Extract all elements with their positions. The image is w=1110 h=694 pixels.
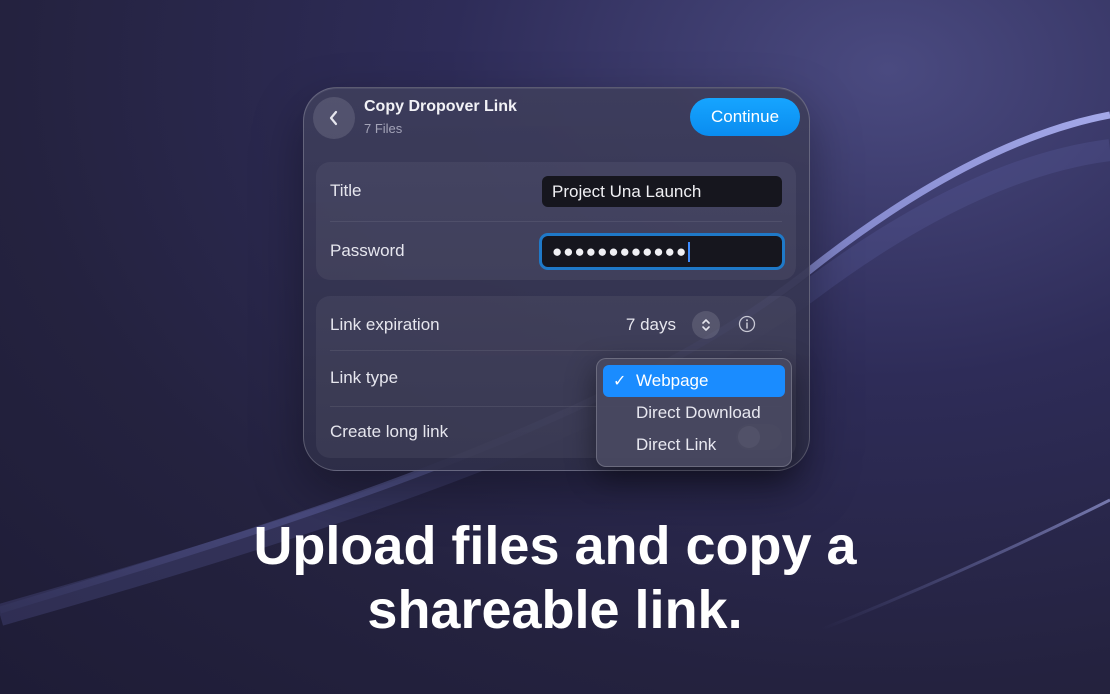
password-label: Password <box>330 241 405 260</box>
password-value: ●●●●●●●●●●●● <box>552 241 688 261</box>
headline-line-2: shareable link. <box>367 580 743 640</box>
expiration-stepper[interactable] <box>692 311 720 339</box>
option-label: Direct Link <box>636 435 717 454</box>
headline-line-1: Upload files and copy a <box>253 516 857 576</box>
title-label: Title <box>330 181 362 200</box>
dropdown-option-direct-download[interactable]: Direct Download <box>603 397 785 429</box>
dropdown-option-direct-link[interactable]: Direct Link <box>603 429 785 461</box>
chevron-up-down-icon <box>702 319 710 331</box>
info-icon[interactable] <box>738 315 756 333</box>
long-link-label: Create long link <box>330 422 449 441</box>
link-expiration-label: Link expiration <box>330 315 440 334</box>
link-expiration-row: Link expiration 7 days <box>330 296 782 354</box>
checkmark-icon: ✓ <box>613 373 627 390</box>
dropdown-option-webpage[interactable]: ✓ Webpage <box>603 365 785 397</box>
password-field[interactable]: ●●●●●●●●●●●● <box>542 236 782 267</box>
chevron-left-icon <box>329 110 338 126</box>
dialog-subtitle: 7 Files <box>364 121 403 136</box>
link-type-dropdown-menu: ✓ Webpage Direct Download Direct Link <box>596 358 792 467</box>
credentials-group: Title Project Una Launch Password ●●●●●●… <box>316 162 796 280</box>
option-label: Direct Download <box>636 403 761 422</box>
text-caret <box>688 241 691 262</box>
option-label: Webpage <box>636 371 709 390</box>
link-type-label: Link type <box>330 368 399 387</box>
marketing-headline: Upload files and copy a shareable link. <box>0 514 1110 642</box>
link-expiration-value[interactable]: 7 days <box>626 315 676 335</box>
continue-button[interactable]: Continue <box>690 98 800 136</box>
back-button[interactable] <box>313 97 355 139</box>
title-field[interactable]: Project Una Launch <box>542 176 782 207</box>
dialog-title: Copy Dropover Link <box>364 98 517 115</box>
